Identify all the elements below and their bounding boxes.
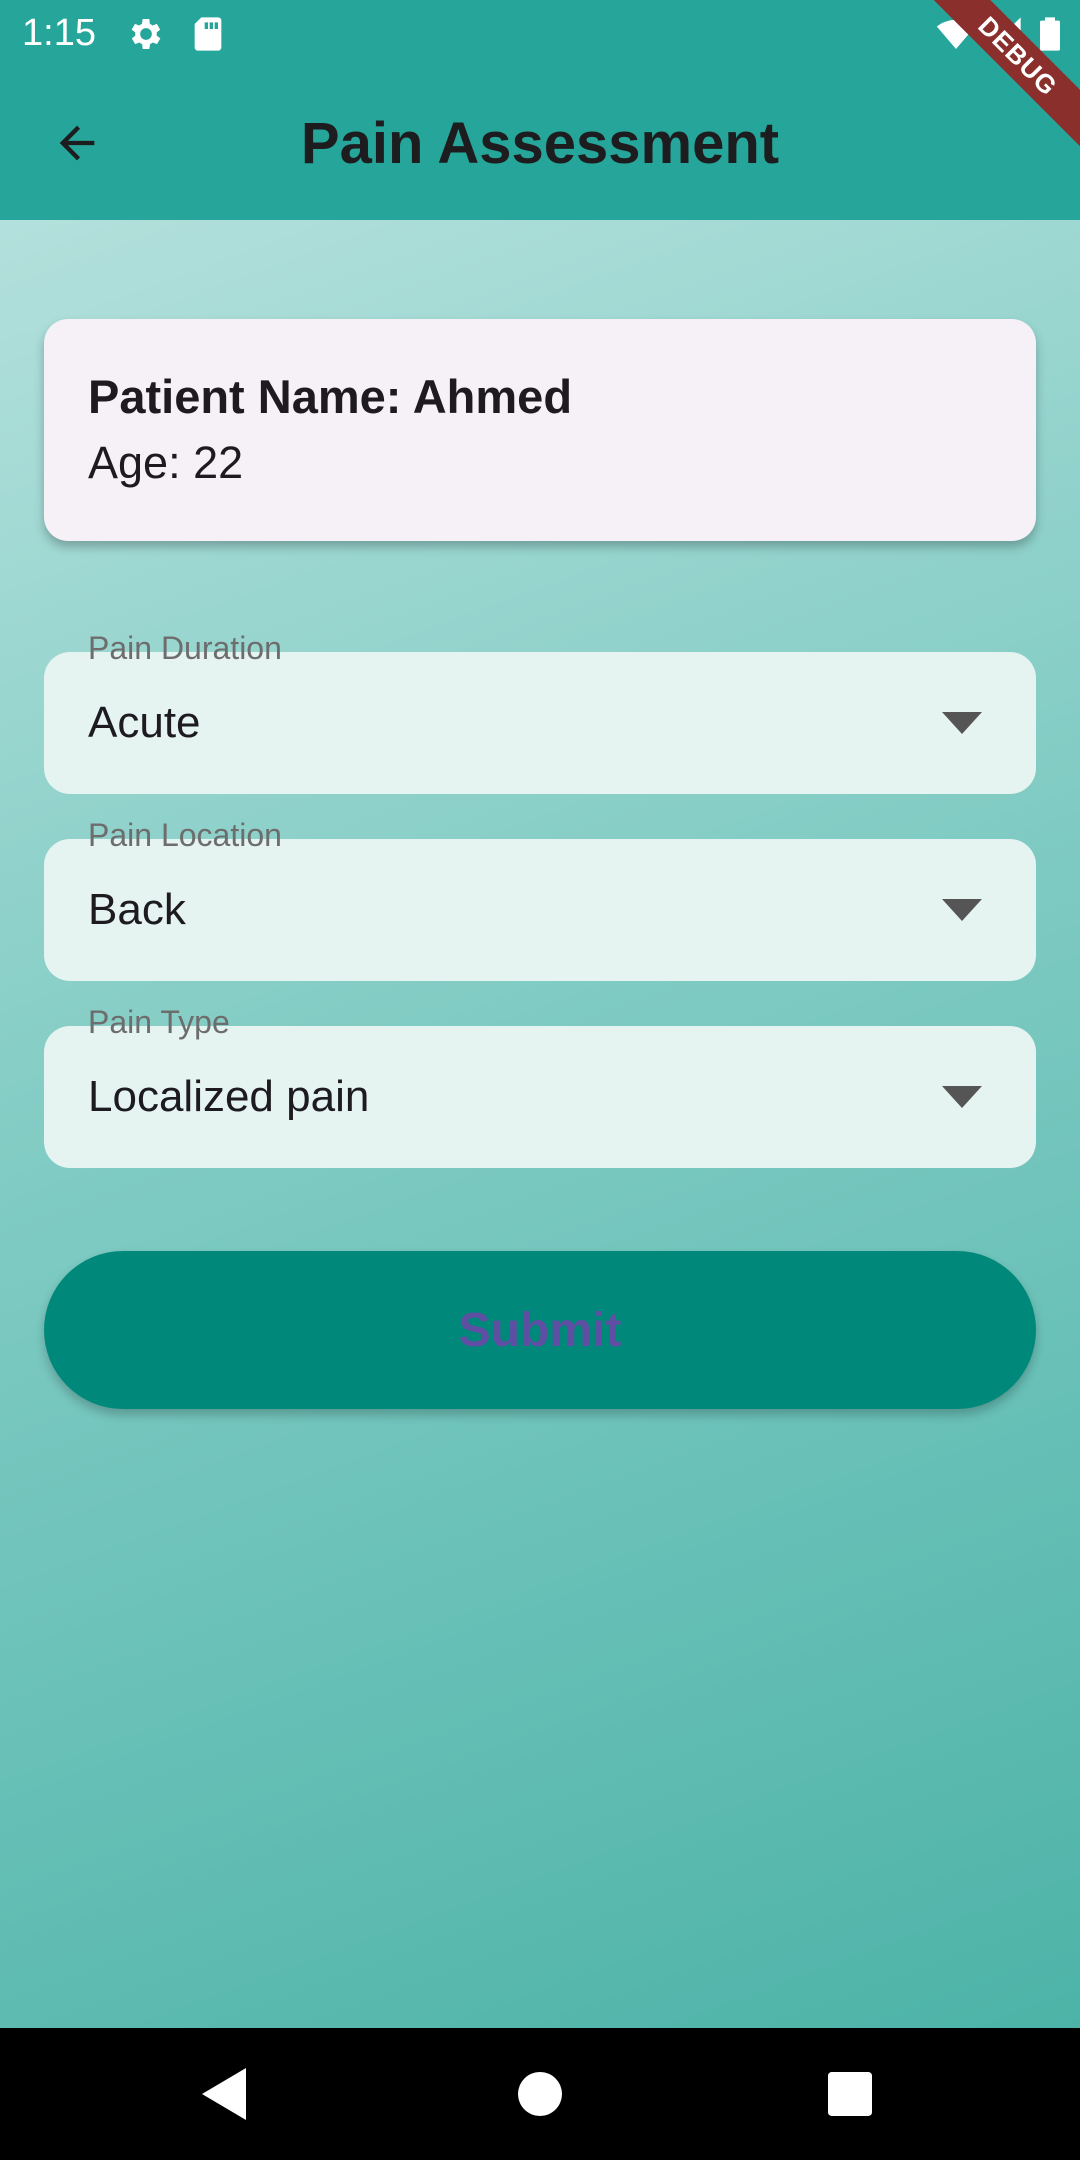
app-bar: Pain Assessment bbox=[0, 66, 1080, 220]
status-bar: 1:15 bbox=[0, 0, 1080, 66]
pain-location-label: Pain Location bbox=[88, 817, 282, 853]
patient-info-card: Patient Name: Ahmed Age: 22 bbox=[44, 319, 1036, 541]
arrow-back-icon bbox=[59, 125, 95, 161]
submit-label: Submit bbox=[458, 1303, 622, 1357]
sd-card-icon bbox=[194, 17, 222, 51]
wifi-icon bbox=[936, 19, 976, 49]
content-area: Patient Name: Ahmed Age: 22 Acute Pain D… bbox=[0, 220, 1080, 2028]
battery-icon bbox=[1040, 17, 1060, 51]
pain-type-value: Localized pain bbox=[88, 1072, 370, 1121]
pain-location-value: Back bbox=[88, 885, 186, 934]
submit-button[interactable]: Submit bbox=[44, 1251, 1036, 1409]
pain-type-dropdown[interactable]: Localized pain bbox=[44, 1026, 1036, 1168]
status-time: 1:15 bbox=[22, 12, 96, 54]
page-title: Pain Assessment bbox=[300, 110, 780, 176]
patient-name: Patient Name: Ahmed bbox=[88, 370, 573, 423]
nav-back-button[interactable] bbox=[184, 2052, 268, 2136]
back-button[interactable] bbox=[36, 102, 118, 184]
patient-age: Age: 22 bbox=[88, 437, 244, 488]
nav-home-button[interactable] bbox=[498, 2052, 582, 2136]
pain-duration-value: Acute bbox=[88, 698, 201, 747]
signal-icon bbox=[987, 17, 1021, 51]
back-triangle-icon bbox=[202, 2068, 246, 2120]
recents-square-icon bbox=[828, 2072, 872, 2116]
pain-duration-label: Pain Duration bbox=[88, 630, 282, 666]
home-circle-icon bbox=[518, 2072, 562, 2116]
pain-duration-dropdown[interactable]: Acute bbox=[44, 652, 1036, 794]
pain-type-label: Pain Type bbox=[88, 1004, 230, 1040]
gear-icon bbox=[131, 19, 161, 49]
chevron-down-icon bbox=[942, 1086, 982, 1108]
pain-location-dropdown[interactable]: Back bbox=[44, 839, 1036, 981]
chevron-down-icon bbox=[942, 712, 982, 734]
chevron-down-icon bbox=[942, 899, 982, 921]
system-nav-bar bbox=[0, 2028, 1080, 2160]
nav-recents-button[interactable] bbox=[808, 2052, 892, 2136]
